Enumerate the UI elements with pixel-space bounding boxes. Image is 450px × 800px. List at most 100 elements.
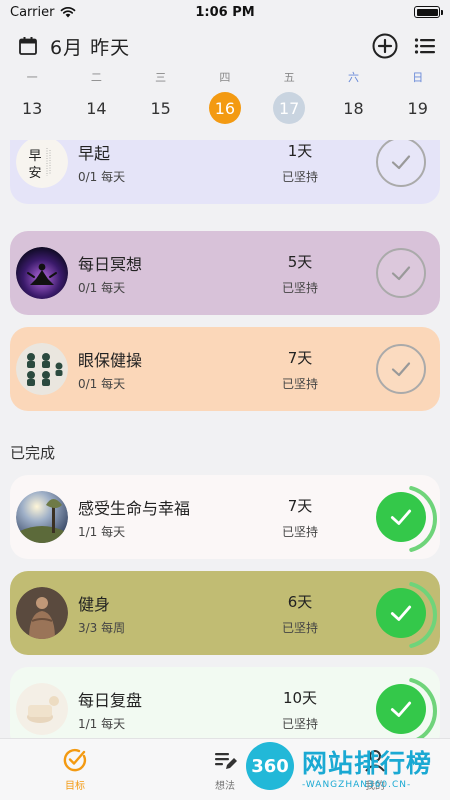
checkmark-icon: [390, 509, 412, 525]
habit-list[interactable]: 早 安 早起 0/1 每天 1天 已坚持 每日冥想 0/1 每天 5天 已坚持 …: [0, 140, 450, 738]
tab-goals[interactable]: 目标: [35, 747, 115, 792]
weekday-tue: 二: [90, 71, 102, 84]
date-cell: 17: [257, 92, 321, 124]
header: 6月 昨天: [0, 28, 450, 64]
habit-streak-label: 已坚持: [281, 281, 318, 295]
habit-streak-label: 已坚持: [281, 377, 318, 391]
habit-title: 健身: [78, 595, 111, 614]
weekday-thu: 四: [219, 71, 231, 84]
completed-section-label: 已完成: [10, 444, 56, 462]
checkmark-icon: [391, 155, 411, 170]
check-in-button[interactable]: [376, 248, 426, 298]
watermark-text: 网站排行榜: [302, 749, 433, 778]
date-cell: 15: [129, 92, 193, 124]
notes-pencil-icon: [215, 753, 237, 769]
wifi-icon: [61, 6, 76, 18]
header-title[interactable]: 6月 昨天: [50, 33, 130, 60]
habit-streak-label: 已坚持: [281, 525, 318, 539]
checked-button[interactable]: [376, 492, 426, 542]
habit-streak-label: 已坚持: [281, 621, 318, 635]
status-bar: Carrier 1:06 PM: [0, 0, 450, 24]
weekday-sun: 日: [412, 71, 424, 84]
fitness-avatar: [16, 587, 68, 639]
checkmark-icon: [391, 362, 411, 377]
habit-avatar: [16, 343, 68, 395]
date-13[interactable]: 13: [16, 92, 48, 124]
date-cell: 16: [193, 92, 257, 124]
add-habit-button[interactable]: [372, 33, 398, 59]
status-left: Carrier: [10, 5, 76, 20]
habit-title: 每日复盘: [78, 691, 143, 710]
habit-frequency: 3/3 每周: [78, 621, 126, 635]
avatar-char-1: 早: [28, 149, 41, 164]
target-check-icon: [63, 748, 87, 772]
checked-button[interactable]: [376, 684, 426, 734]
date-cell: 13: [0, 92, 64, 124]
habit-streak: 7天: [287, 349, 313, 367]
habit-frequency: 0/1 每天: [78, 281, 126, 295]
weekday-sat: 六: [347, 71, 359, 84]
weekday-mon: 一: [26, 71, 38, 84]
checked-button[interactable]: [376, 588, 426, 638]
avatar-char-2: 安: [28, 166, 41, 181]
carrier-label: Carrier: [10, 4, 55, 20]
date-19[interactable]: 19: [402, 92, 434, 124]
habit-frequency: 1/1 每天: [78, 717, 126, 731]
date-selected[interactable]: 17: [273, 92, 306, 124]
habit-streak: 10天: [282, 689, 318, 707]
sunlight-forest-avatar: [16, 491, 68, 543]
habit-card-fitness[interactable]: 健身 3/3 每周 6天 已坚持: [10, 571, 440, 655]
calendar-icon[interactable]: [18, 36, 38, 56]
habit-streak: 6天: [287, 593, 313, 611]
habit-avatar: [16, 247, 68, 299]
habit-title: 早起: [78, 144, 111, 163]
meditation-avatar: [16, 247, 68, 299]
habit-avatar: 早 安: [16, 140, 68, 188]
habit-card-early-rise[interactable]: 早 安 早起 0/1 每天 1天 已坚持: [10, 140, 440, 204]
habit-frequency: 0/1 每天: [78, 377, 126, 391]
check-in-button[interactable]: [376, 140, 426, 187]
habit-avatar: [16, 491, 68, 543]
habit-title: 每日冥想: [78, 255, 143, 274]
date-cell: 19: [386, 92, 450, 124]
tab-goals-label: 目标: [65, 781, 85, 792]
header-actions: [372, 33, 436, 59]
habit-card-meditation[interactable]: 每日冥想 0/1 每天 5天 已坚持: [10, 231, 440, 315]
habit-streak: 5天: [287, 253, 313, 271]
morning-calligraphy-avatar: 早 安: [16, 140, 68, 188]
habit-streak-label: 已坚持: [281, 170, 318, 184]
date-18[interactable]: 18: [337, 92, 369, 124]
habit-card-daily-review[interactable]: 每日复盘 1/1 每天 10天 已坚持: [10, 667, 440, 738]
review-avatar: [16, 683, 68, 735]
checkmark-icon: [390, 701, 412, 717]
habit-streak-label: 已坚持: [281, 717, 318, 731]
habit-streak: 1天: [287, 142, 313, 160]
date-14[interactable]: 14: [80, 92, 112, 124]
habit-streak: 7天: [287, 497, 313, 515]
date-cell: 14: [64, 92, 128, 124]
watermark: 360 网站排行榜 -WANGZHAN360.CN-: [240, 740, 450, 800]
habit-card-eye-exercise[interactable]: 眼保健操 0/1 每天 7天 已坚持: [10, 327, 440, 411]
watermark-subtext: -WANGZHAN360.CN-: [302, 780, 412, 790]
battery-icon: [414, 6, 443, 18]
habit-avatar: [16, 683, 68, 735]
checkmark-icon: [391, 266, 411, 281]
habit-title: 眼保健操: [78, 351, 143, 370]
date-today[interactable]: 16: [208, 92, 241, 124]
check-in-button[interactable]: [376, 344, 426, 394]
habit-avatar: [16, 587, 68, 639]
week-strip: 一 二 三 四 五 六 日 13 14 15 16 17 18 19: [0, 68, 450, 132]
habit-frequency: 1/1 每天: [78, 525, 126, 539]
checkmark-icon: [390, 605, 412, 621]
weekday-wed: 三: [155, 71, 167, 84]
list-view-button[interactable]: [414, 37, 436, 55]
battery-fill: [416, 8, 438, 16]
tab-goals-icon-wrap: [35, 747, 115, 773]
weekday-fri: 五: [283, 71, 295, 84]
date-15[interactable]: 15: [145, 92, 177, 124]
plus-circle-icon: [372, 33, 398, 59]
list-icon: [414, 38, 435, 54]
habit-frequency: 0/1 每天: [78, 170, 126, 184]
habit-card-life-happiness[interactable]: 感受生命与幸福 1/1 每天 7天 已坚持: [10, 475, 440, 559]
habit-title: 感受生命与幸福: [78, 499, 191, 518]
